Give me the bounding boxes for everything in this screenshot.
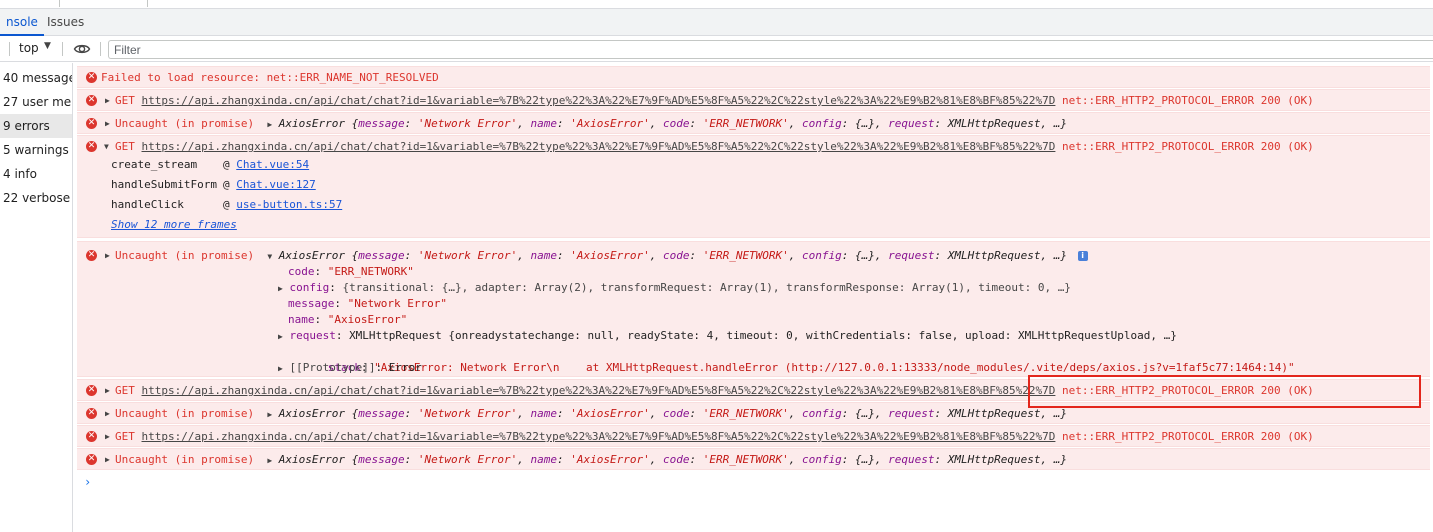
tab-stub (0, 0, 60, 7)
expand-triangle-icon[interactable]: ▶ (267, 120, 272, 129)
axios-error-summary[interactable]: AxiosError {message: 'Network Error', na… (279, 117, 1067, 130)
tab-stub (60, 0, 148, 7)
request-url-link[interactable]: https://api.zhangxinda.cn/api/chat/chat?… (142, 94, 1056, 107)
axios-error-summary[interactable]: AxiosError {message: 'Network Error', na… (279, 453, 1067, 466)
console-prompt-icon[interactable]: › (84, 475, 91, 489)
expand-triangle-icon[interactable]: ▶ (105, 409, 110, 418)
error-icon: ✕ (86, 141, 97, 152)
request-url-link[interactable]: https://api.zhangxinda.cn/api/chat/chat?… (142, 384, 1056, 397)
console-toolbar: top ▼ (0, 36, 1433, 62)
error-icon: ✕ (86, 385, 97, 396)
console-message-error: ✕ ▶ GET https://api.zhangxinda.cn/api/ch… (77, 379, 1430, 401)
top-strip (0, 0, 1433, 9)
error-icon: ✕ (86, 454, 97, 465)
object-property[interactable]: ▶ config: {transitional: {…}, adapter: A… (278, 280, 1071, 296)
error-icon: ✕ (86, 95, 97, 106)
method-label: GET (115, 94, 135, 107)
object-property: message: "Network Error" (288, 297, 447, 310)
source-link[interactable]: use-button.ts:57 (236, 198, 342, 211)
network-error-text: net::ERR_HTTP2_PROTOCOL_ERROR 200 (OK) (1062, 140, 1314, 153)
error-icon: ✕ (86, 250, 97, 261)
collapse-triangle-icon[interactable]: ▼ (104, 142, 109, 151)
uncaught-label: Uncaught (in promise) (115, 407, 255, 420)
stack-frame: handleClick @ use-button.ts:57 (111, 198, 343, 211)
expand-triangle-icon[interactable]: ▶ (105, 96, 110, 105)
sidebar-item-info[interactable]: 4 info (0, 162, 72, 186)
console-message-error: ✕ ▶ Uncaught (in promise) ▶ AxiosError {… (77, 402, 1430, 424)
expand-triangle-icon[interactable]: ▶ (105, 432, 110, 441)
object-property[interactable]: ▶ request: XMLHttpRequest {onreadystatec… (278, 328, 1177, 344)
request-url-link[interactable]: https://api.zhangxinda.cn/api/chat/chat?… (142, 140, 1056, 153)
stack-frame: handleSubmitForm @ Chat.vue:127 (111, 178, 316, 191)
console-message-error: ✕ ▶ Uncaught (in promise) ▼ AxiosError {… (77, 241, 1430, 377)
show-more-frames-link[interactable]: Show 12 more frames (111, 217, 237, 233)
object-property[interactable]: ▶ [[Prototype]]: Error (278, 360, 422, 376)
error-icon: ✕ (86, 431, 97, 442)
console-message-error: ✕ ▶ GET https://api.zhangxinda.cn/api/ch… (77, 89, 1430, 111)
network-error-text: net::ERR_HTTP2_PROTOCOL_ERROR 200 (OK) (1062, 94, 1314, 107)
devtools-tabbar: nsole Issues (0, 9, 1433, 36)
console-message-error: ✕ ▶ GET https://api.zhangxinda.cn/api/ch… (77, 425, 1430, 447)
console-messages: ✕ Failed to load resource: net::ERR_NAME… (74, 63, 1433, 532)
expand-triangle-icon[interactable]: ▶ (105, 119, 110, 128)
console-sidebar: 40 messages 27 user me... 9 errors 5 war… (0, 63, 73, 532)
object-property: stack: "AxiosError: Network Error\n at X… (327, 361, 1295, 374)
sidebar-item-messages[interactable]: 40 messages (0, 66, 72, 90)
info-icon[interactable]: i (1077, 251, 1088, 261)
toolbar-divider (100, 42, 101, 56)
sidebar-item-warnings[interactable]: 5 warnings (0, 138, 72, 162)
toolbar-divider (62, 42, 63, 56)
message-text: Failed to load resource: net::ERR_NAME_N… (101, 71, 439, 84)
network-error-text: net::ERR_HTTP2_PROTOCOL_ERROR 200 (OK) (1062, 430, 1314, 443)
method-label: GET (115, 384, 135, 397)
axios-error-summary[interactable]: AxiosError {message: 'Network Error', na… (279, 249, 1067, 262)
toolbar-divider (9, 42, 10, 56)
expand-triangle-icon[interactable]: ▶ (105, 455, 110, 464)
error-icon: ✕ (86, 118, 97, 129)
console-message-error: ✕ ▶ Uncaught (in promise) ▶ AxiosError {… (77, 112, 1430, 134)
stack-frame: create_stream @ Chat.vue:54 (111, 158, 310, 171)
network-error-text: net::ERR_HTTP2_PROTOCOL_ERROR 200 (OK) (1062, 384, 1314, 397)
uncaught-label: Uncaught (in promise) (115, 249, 255, 262)
object-property: name: "AxiosError" (288, 313, 408, 326)
uncaught-label: Uncaught (in promise) (115, 453, 255, 466)
sidebar-item-verbose[interactable]: 22 verbose (0, 186, 72, 210)
source-link[interactable]: Chat.vue:54 (236, 158, 309, 171)
filter-input[interactable] (108, 40, 1433, 59)
error-icon: ✕ (86, 72, 97, 83)
expand-triangle-icon[interactable]: ▶ (267, 456, 272, 465)
sidebar-item-errors[interactable]: 9 errors (0, 114, 72, 138)
chevron-down-icon[interactable]: ▼ (44, 41, 51, 51)
uncaught-label: Uncaught (in promise) (115, 117, 255, 130)
console-message-error: ✕ Failed to load resource: net::ERR_NAME… (77, 66, 1430, 88)
expand-triangle-icon[interactable]: ▶ (105, 386, 110, 395)
method-label: GET (115, 140, 135, 153)
expand-triangle-icon[interactable]: ▶ (105, 251, 110, 260)
collapse-triangle-icon[interactable]: ▼ (267, 252, 272, 261)
object-property: code: "ERR_NETWORK" (288, 265, 414, 278)
request-url-link[interactable]: https://api.zhangxinda.cn/api/chat/chat?… (142, 430, 1056, 443)
context-selector[interactable]: top (19, 41, 39, 55)
method-label: GET (115, 430, 135, 443)
expand-triangle-icon[interactable]: ▶ (267, 410, 272, 419)
console-message-error: ✕ ▶ Uncaught (in promise) ▶ AxiosError {… (77, 448, 1430, 470)
error-icon: ✕ (86, 408, 97, 419)
sidebar-item-user-messages[interactable]: 27 user me... (0, 90, 72, 114)
axios-error-summary[interactable]: AxiosError {message: 'Network Error', na… (279, 407, 1067, 420)
tab-console[interactable]: nsole (0, 9, 44, 36)
console-message-error: ✕ ▼ GET https://api.zhangxinda.cn/api/ch… (77, 135, 1430, 238)
eye-icon[interactable] (73, 40, 91, 58)
source-link[interactable]: Chat.vue:127 (236, 178, 315, 191)
tab-issues[interactable]: Issues (41, 9, 90, 35)
